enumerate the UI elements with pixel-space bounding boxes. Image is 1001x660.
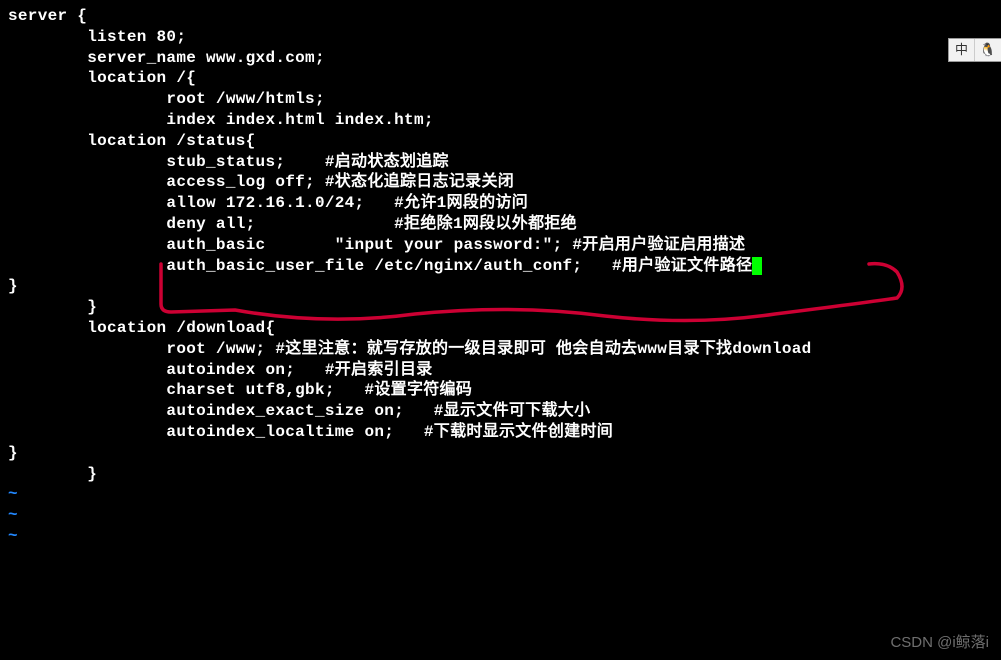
ime-lang-label[interactable]: 中 (949, 39, 975, 61)
code-line: charset utf8,gbk; #设置字符编码 (8, 380, 1001, 401)
code-line: root /www/htmls; (8, 89, 1001, 110)
code-line: auth_basic "input your password:"; #开启用户… (8, 235, 1001, 256)
code-line: } (8, 297, 1001, 318)
code-line: stub_status; #启动状态划追踪 (8, 152, 1001, 173)
vim-tilde: ~ (8, 526, 1001, 547)
code-line: server_name www.gxd.com; (8, 48, 1001, 69)
code-line: deny all; #拒绝除1网段以外都拒绝 (8, 214, 1001, 235)
code-line: location /status{ (8, 131, 1001, 152)
code-line: autoindex_localtime on; #下载时显示文件创建时间 (8, 422, 1001, 443)
code-line: } (8, 443, 1001, 464)
code-line: allow 172.16.1.0/24; #允许1网段的访问 (8, 193, 1001, 214)
vim-tilde: ~ (8, 484, 1001, 505)
code-line: auth_basic_user_file /etc/nginx/auth_con… (8, 256, 1001, 277)
terminal-editor[interactable]: server { listen 80; server_name www.gxd.… (8, 6, 1001, 547)
code-line: } (8, 276, 1001, 297)
code-line: server { (8, 6, 1001, 27)
watermark: CSDN @i鲸落i (890, 633, 989, 653)
code-line: autoindex_exact_size on; #显示文件可下载大小 (8, 401, 1001, 422)
code-line: } (8, 464, 1001, 485)
code-line: autoindex on; #开启索引目录 (8, 360, 1001, 381)
code-line: root /www; #这里注意：就写存放的一级目录即可 他会自动去www目录下… (8, 339, 1001, 360)
ime-indicator[interactable]: 中 🐧 (948, 38, 1001, 62)
cursor (752, 257, 762, 275)
code-line: listen 80; (8, 27, 1001, 48)
code-line: access_log off; #状态化追踪日志记录关闭 (8, 172, 1001, 193)
ime-icon[interactable]: 🐧 (975, 39, 1001, 61)
code-line: location /download{ (8, 318, 1001, 339)
vim-tilde: ~ (8, 505, 1001, 526)
code-line: index index.html index.htm; (8, 110, 1001, 131)
code-line: location /{ (8, 68, 1001, 89)
